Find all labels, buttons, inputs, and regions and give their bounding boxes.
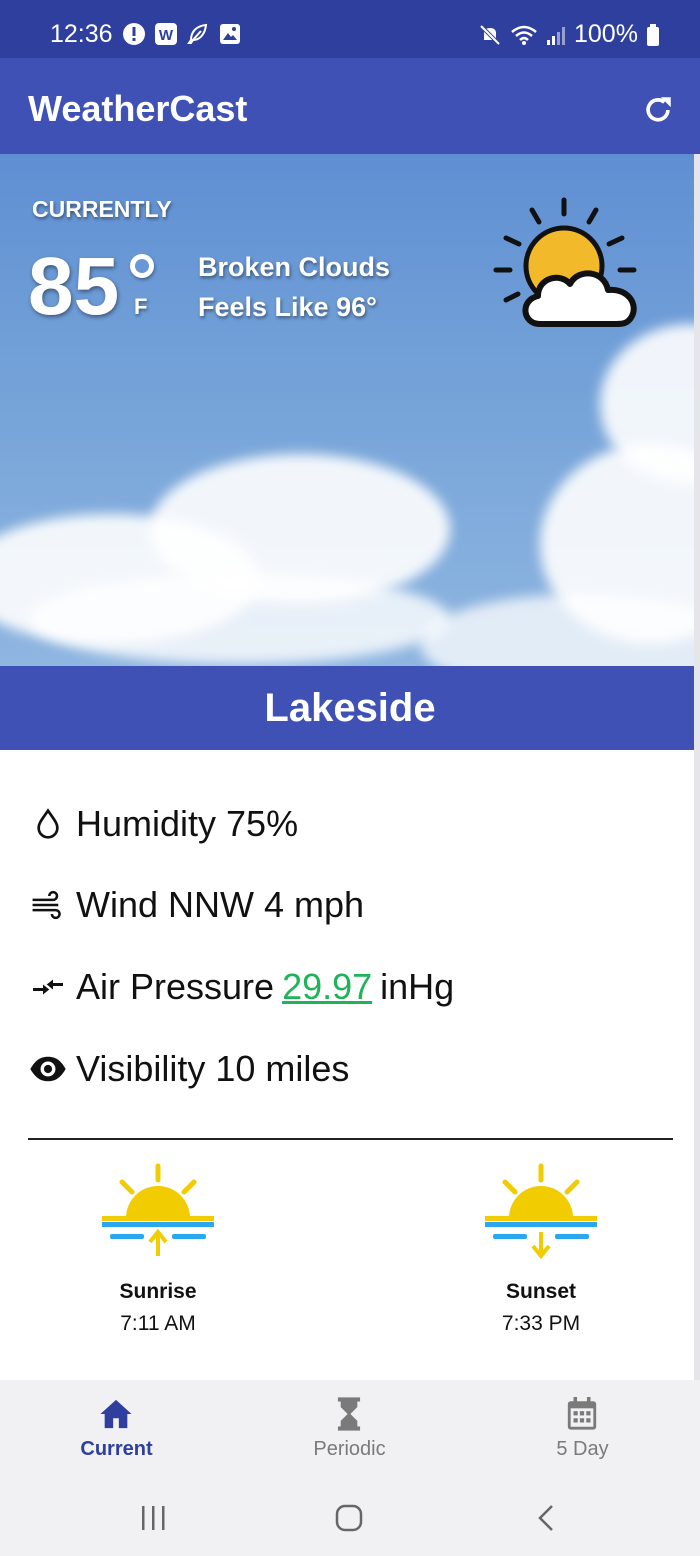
- sunset-time: 7:33 PM: [501, 1312, 581, 1335]
- status-bar: 12:36 W 100%: [0, 0, 700, 58]
- word-app-icon: W: [154, 22, 178, 46]
- humidity-row: Humidity 75%: [28, 799, 298, 849]
- location-name: Lakeside: [264, 686, 436, 730]
- home-icon: [96, 1394, 136, 1434]
- wind-icon: [28, 885, 68, 925]
- refresh-button[interactable]: [636, 88, 680, 132]
- currently-heading: CURRENTLY: [32, 196, 172, 222]
- sunset-label: Sunset: [505, 1280, 576, 1303]
- partly-cloudy-icon: [493, 197, 637, 327]
- pressure-value-link[interactable]: 29.97: [282, 966, 372, 1008]
- sunset-block: Sunset 7:33 PM: [461, 1160, 621, 1336]
- droplet-icon: [28, 804, 68, 844]
- home-button[interactable]: [329, 1498, 369, 1538]
- condition-text: Broken Clouds: [198, 252, 391, 282]
- location-bar: Lakeside: [0, 666, 700, 750]
- scrollbar[interactable]: [694, 154, 700, 1380]
- nav-label-periodic: Periodic: [313, 1438, 386, 1460]
- status-time: 12:36: [50, 20, 113, 48]
- hourglass-icon: [329, 1394, 369, 1434]
- divider: [28, 1138, 673, 1140]
- temperature-unit: F: [134, 294, 148, 319]
- eye-icon: [28, 1049, 68, 1089]
- alert-icon: [122, 22, 146, 46]
- sunrise-label: Sunrise: [119, 1280, 197, 1303]
- back-chevron-icon: [538, 1505, 553, 1531]
- wifi-icon: [510, 23, 538, 47]
- sunset-icon: [485, 1163, 597, 1260]
- wind-row: Wind NNW 4 mph: [28, 880, 364, 930]
- cloud-background: [420, 594, 700, 666]
- nav-tab-periodic[interactable]: Periodic: [233, 1380, 466, 1474]
- system-icons: 100%: [478, 20, 660, 49]
- sunrise-icon: [102, 1163, 214, 1256]
- home-circle-icon: [335, 1504, 363, 1532]
- svg-text:W: W: [159, 27, 174, 44]
- refresh-icon: [646, 97, 671, 122]
- humidity-text: Humidity 75%: [76, 803, 299, 844]
- app-title: WeatherCast: [28, 88, 248, 129]
- compress-arrows-icon: [28, 967, 68, 1007]
- degree-symbol: [130, 254, 154, 278]
- cloud-background: [30, 574, 450, 664]
- current-conditions-panel: CURRENTLY 85 F Broken Clouds Feels Like …: [0, 154, 700, 666]
- recent-apps-icon: [142, 1506, 165, 1530]
- pressure-row: Air Pressure 29.97 inHg: [28, 962, 454, 1012]
- sunrise-block: Sunrise 7:11 AM: [78, 1160, 238, 1336]
- battery-icon: [646, 23, 660, 47]
- bottom-nav: Current Periodic 5 Day: [0, 1380, 700, 1474]
- signal-icon: [546, 23, 566, 47]
- nav-label-current: Current: [80, 1438, 153, 1460]
- visibility-row: Visibility 10 miles: [28, 1044, 349, 1094]
- sunrise-time: 7:11 AM: [120, 1312, 196, 1335]
- back-button[interactable]: [526, 1498, 566, 1538]
- wind-text: Wind NNW 4 mph: [76, 884, 365, 925]
- feels-like-text: Feels Like 96°: [198, 292, 377, 322]
- nav-tab-current[interactable]: Current: [0, 1380, 233, 1474]
- battery-percent: 100%: [574, 20, 638, 48]
- nav-label-5day: 5 Day: [556, 1438, 609, 1460]
- current-temperature: 85: [28, 241, 120, 332]
- system-nav-bar: [0, 1474, 700, 1556]
- visibility-text: Visibility 10 miles: [76, 1048, 350, 1089]
- calendar-icon: [562, 1394, 602, 1434]
- feather-icon: [186, 22, 210, 46]
- pressure-label: Air Pressure: [76, 966, 275, 1007]
- recent-apps-button[interactable]: [133, 1498, 173, 1538]
- nav-tab-5day[interactable]: 5 Day: [466, 1380, 699, 1474]
- mute-icon: [478, 23, 502, 47]
- image-icon: [218, 22, 242, 46]
- app-bar: WeatherCast: [0, 58, 700, 154]
- notification-icons: W: [122, 22, 242, 46]
- pressure-unit: inHg: [380, 966, 455, 1007]
